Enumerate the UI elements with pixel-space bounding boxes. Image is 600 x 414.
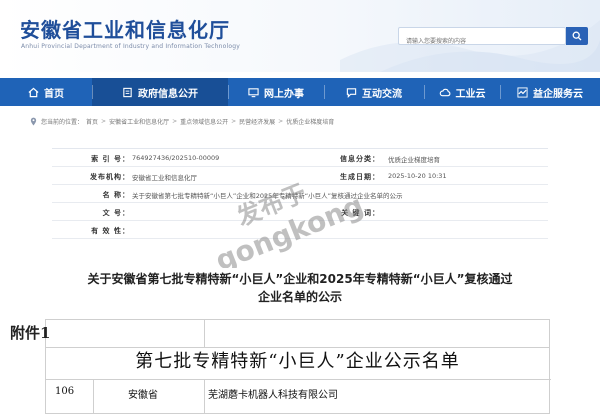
service-icon: [517, 86, 528, 98]
category-label: 信息分类：: [340, 155, 380, 163]
attachment-heading: 第七批专精特新“小巨人”企业公示名单: [135, 351, 460, 372]
nav-item-label: 首页: [44, 88, 64, 100]
document-info-table: 索 引 号： 764927436/202510-00009 信息分类： 优质企业…: [52, 148, 548, 256]
attachment-row-province: 安徽省: [128, 390, 158, 401]
nav-item-label: 网上办事: [264, 88, 304, 100]
category-value: 优质企业梯度培育: [388, 156, 440, 164]
info-row-index: 索 引 号： 764927436/202510-00009 信息分类： 优质企业…: [52, 149, 548, 167]
nav-item-home[interactable]: 首页: [0, 78, 92, 106]
validity-label: 有 效 性：: [91, 227, 130, 235]
search-icon: [572, 31, 582, 41]
index-label: 索 引 号：: [91, 155, 130, 163]
home-icon: [28, 87, 39, 97]
info-row-validity: 有 效 性：: [52, 221, 548, 239]
site-title[interactable]: 安徽省工业和信息化厅: [20, 14, 230, 43]
name-label: 名 称：: [102, 191, 130, 199]
search-button[interactable]: [566, 27, 588, 45]
issuer-label: 发布机构：: [90, 173, 130, 181]
breadcrumb: 您当前的位置： 首页 > 安徽省工业和信息化厅 > 重点领域信息公开 > 民营经济发展…: [30, 116, 337, 126]
name-value: 关于安徽省第七批专精特新“小巨人”企业和2025年专精特新“小巨人”复核通过企业…: [132, 192, 403, 200]
main-nav: 首页 政府信息公开 网上办事 互动交流 工业云 益企服务云: [0, 78, 600, 106]
keyword-label: 关 键 词：: [341, 209, 380, 217]
date-value: 2025-10-20 10:31: [388, 172, 447, 180]
attachment-label: 附件1: [10, 324, 51, 342]
search-box[interactable]: [398, 27, 566, 50]
search-input[interactable]: [399, 33, 565, 50]
breadcrumb-item-key-areas[interactable]: 重点领域信息公开: [180, 117, 228, 126]
article-title-line1: 关于安徽省第七批专精特新“小巨人”企业和2025年专精特新“小巨人”复核通过: [87, 272, 513, 286]
cloud-icon: [439, 88, 450, 96]
monitor-icon: [248, 87, 259, 97]
chat-icon: [346, 87, 357, 98]
breadcrumb-item-department[interactable]: 安徽省工业和信息化厅: [109, 117, 169, 126]
nav-item-label: 工业云: [455, 88, 486, 100]
issuer-value: 安徽省工业和信息化厅: [132, 174, 197, 182]
index-value: 764927436/202510-00009: [132, 154, 220, 162]
date-label: 生成日期：: [340, 173, 380, 181]
breadcrumb-item-private-economy[interactable]: 民营经济发展: [239, 117, 275, 126]
breadcrumb-prefix: 您当前的位置：: [41, 118, 84, 126]
docno-label: 文 号：: [102, 209, 130, 217]
article-title: 关于安徽省第七批专精特新“小巨人”企业和2025年专精特新“小巨人”复核通过 企…: [30, 270, 570, 306]
nav-item-label: 益企服务云: [533, 88, 583, 100]
breadcrumb-item-quality-enterprise[interactable]: 优质企业梯度培育: [286, 117, 334, 126]
attachment-row-number: 106: [55, 386, 75, 397]
nav-item-interaction[interactable]: 互动交流: [324, 78, 424, 106]
info-row-name: 名 称： 关于安徽省第七批专精特新“小巨人”企业和2025年专精特新“小巨人”复…: [52, 185, 548, 203]
info-row-docno: 文 号： 关 键 词：: [52, 203, 548, 221]
nav-item-label: 政府信息公开: [138, 88, 198, 100]
site-subtitle: Anhui Provincial Department of Industry …: [21, 43, 240, 50]
info-public-icon: [123, 87, 132, 97]
attachment-row-company: 芜湖蘑卡机器人科技有限公司: [208, 390, 338, 401]
nav-item-info-public[interactable]: 政府信息公开: [92, 78, 228, 106]
nav-item-online-service[interactable]: 网上办事: [228, 78, 324, 106]
nav-item-industry-cloud[interactable]: 工业云: [424, 78, 500, 106]
nav-item-label: 互动交流: [362, 88, 402, 100]
article-title-line2: 企业名单的公示: [257, 290, 342, 304]
location-pin-icon: [30, 117, 37, 125]
nav-item-enterprise-service[interactable]: 益企服务云: [500, 78, 600, 106]
info-row-issuer: 发布机构： 安徽省工业和信息化厅 生成日期： 2025-10-20 10:31: [52, 167, 548, 185]
breadcrumb-item-home[interactable]: 首页: [86, 117, 98, 126]
